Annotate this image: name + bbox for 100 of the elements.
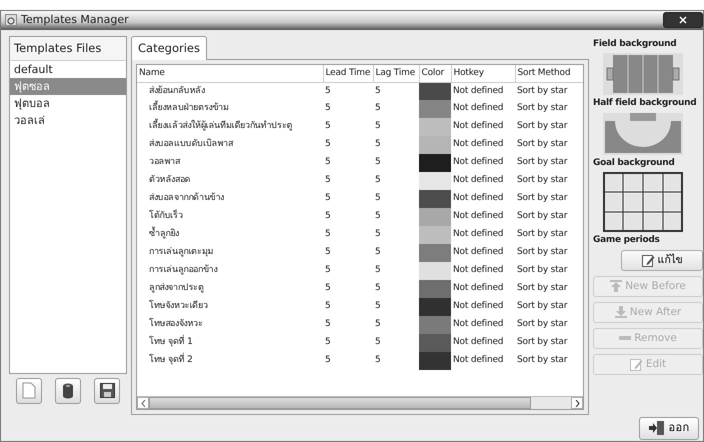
tab[interactable]: Categories xyxy=(131,36,207,60)
table-cell-text: Sort by star xyxy=(516,138,568,152)
table-cell-text: 5 xyxy=(324,138,332,152)
table-cell: Not defined xyxy=(451,136,515,154)
template-item[interactable]: default xyxy=(10,61,126,78)
table-cell-text: Sort by star xyxy=(516,192,568,206)
table-cell: 5 xyxy=(373,154,419,172)
table-cell-text: 5 xyxy=(324,102,332,116)
down-arrow-icon xyxy=(614,306,627,318)
template-item[interactable]: วอลเล่ xyxy=(10,112,126,130)
table-cell-text: Sort by star xyxy=(516,228,568,242)
half-field-background-drawing[interactable] xyxy=(603,112,683,155)
column-header[interactable]: Lead Time xyxy=(323,65,373,82)
table-cell-text: 5 xyxy=(324,228,332,242)
column-header[interactable]: Name xyxy=(137,65,323,82)
table-cell: 5 xyxy=(323,82,373,100)
table-cell-text: โต้กับเร็ว xyxy=(148,208,184,224)
table-cell: ส่งย้อนกลับหลัง xyxy=(137,82,323,100)
table-cell-text: Sort by star xyxy=(516,264,568,278)
goal-background-drawing[interactable] xyxy=(603,172,683,232)
field-background-drawing[interactable] xyxy=(603,53,683,96)
table-cell-text: Sort by star xyxy=(516,336,568,350)
table-cell-text: โทษสองจังหวะ xyxy=(148,316,204,332)
table-cell-text: Sort by star xyxy=(516,210,568,224)
side-button[interactable]: แก้ไข xyxy=(621,250,703,271)
table-cell: Not defined xyxy=(451,172,515,190)
table-cell: Not defined xyxy=(451,100,515,118)
table-cell-text: 5 xyxy=(324,174,332,188)
database-button[interactable] xyxy=(54,378,81,404)
table-cell-text: Sort by star xyxy=(516,300,568,314)
window-title: Templates Manager xyxy=(21,12,129,28)
table-cell: Not defined xyxy=(451,298,515,316)
table-cell: Not defined xyxy=(451,118,515,136)
table-cell-text: 5 xyxy=(324,246,332,260)
table-cell-text: วอลพาส xyxy=(148,156,182,170)
close-icon xyxy=(679,16,687,24)
database-icon xyxy=(62,382,74,399)
table-cell-text: 5 xyxy=(324,264,332,278)
section-label: Field background xyxy=(593,38,678,51)
table-cell-text: ลูกส่งจากประตู xyxy=(148,282,205,296)
table-cell: Not defined xyxy=(451,334,515,352)
table-cell: 5 xyxy=(373,136,419,154)
table-cell: เลี้ยงแล้วส่งให้ผู้เล่นทีมเดียวกันทำประตู xyxy=(137,118,323,136)
table-cell-text: ส่งบอลแบบดับเบิลพาส xyxy=(148,138,234,152)
table-cell: Not defined xyxy=(451,82,515,100)
table-cell: 5 xyxy=(373,208,419,226)
close-button[interactable] xyxy=(663,12,703,28)
column-header[interactable]: Sort Method xyxy=(515,65,583,82)
table-cell-text: 5 xyxy=(324,156,332,170)
table-cell: 5 xyxy=(373,172,419,190)
table-cell: 5 xyxy=(373,280,419,298)
template-item[interactable]: ฟุตบอล xyxy=(10,95,126,112)
table-cell-text: 5 xyxy=(324,336,332,350)
exit-button[interactable]: ออก xyxy=(639,416,699,440)
table-cell: Not defined xyxy=(451,244,515,262)
section-label: Game periods xyxy=(593,234,661,248)
table-cell-text: 5 xyxy=(324,282,332,296)
table-cell: โทษ จุดที่ 2 xyxy=(137,352,323,370)
table-cell-text: 5 xyxy=(324,300,332,314)
table-cell: 5 xyxy=(373,262,419,280)
new-file-button[interactable] xyxy=(16,378,42,404)
up-arrow-icon xyxy=(610,280,622,292)
table-cell: เลี้ยงหลบฝ่ายตรงข้าม xyxy=(137,100,323,118)
table-cell: Not defined xyxy=(451,316,515,334)
table-cell: Not defined xyxy=(451,208,515,226)
exit-door-icon xyxy=(648,421,664,436)
table-cell: 5 xyxy=(373,298,419,316)
column-header[interactable]: Lag Time xyxy=(373,65,419,82)
table-cell-text: 5 xyxy=(324,120,332,134)
table-cell: Not defined xyxy=(451,262,515,280)
document-icon xyxy=(22,382,36,400)
table-cell: 5 xyxy=(373,118,419,136)
table-cell-text: Sort by star xyxy=(516,246,568,260)
table-cell-text: การเล่นลูกเตะมุม xyxy=(148,246,214,260)
table-cell: ซ้ำลูกยิง xyxy=(137,226,323,244)
table-cell: 5 xyxy=(373,244,419,262)
section-label: Goal background xyxy=(593,156,676,170)
section-label: Half field background xyxy=(593,97,698,110)
table-cell-text: โทษจังหวะเดียว xyxy=(148,298,209,314)
column-header[interactable]: Color xyxy=(419,65,451,82)
table-cell-text: Sort by star xyxy=(516,318,568,332)
table-cell-text: 5 xyxy=(324,192,332,206)
table-cell: Not defined xyxy=(451,280,515,298)
table-cell-text: ส่งบอลจากกด้านข้าง xyxy=(148,192,226,206)
table-cell-text: Sort by star xyxy=(516,354,568,368)
table-cell-text: Sort by star xyxy=(516,102,568,116)
table-cell: Not defined xyxy=(451,154,515,172)
column-header[interactable]: Hotkey xyxy=(451,65,515,82)
table-cell-text: 5 xyxy=(324,210,332,224)
table-cell: 5 xyxy=(373,352,419,370)
table-cell-text: 5 xyxy=(324,318,332,332)
save-button[interactable] xyxy=(94,378,120,404)
table-cell: 5 xyxy=(373,82,419,100)
app-icon xyxy=(5,14,17,26)
horizontal-scrollbar[interactable] xyxy=(137,396,583,410)
list-header: Templates Files xyxy=(10,36,126,62)
pencil-icon xyxy=(642,254,654,267)
table-cell-text: การเล่นลูกออกข้าง xyxy=(148,264,218,278)
table-cell: Sort by star xyxy=(515,82,583,100)
table-cell-text: Sort by star xyxy=(516,282,568,296)
